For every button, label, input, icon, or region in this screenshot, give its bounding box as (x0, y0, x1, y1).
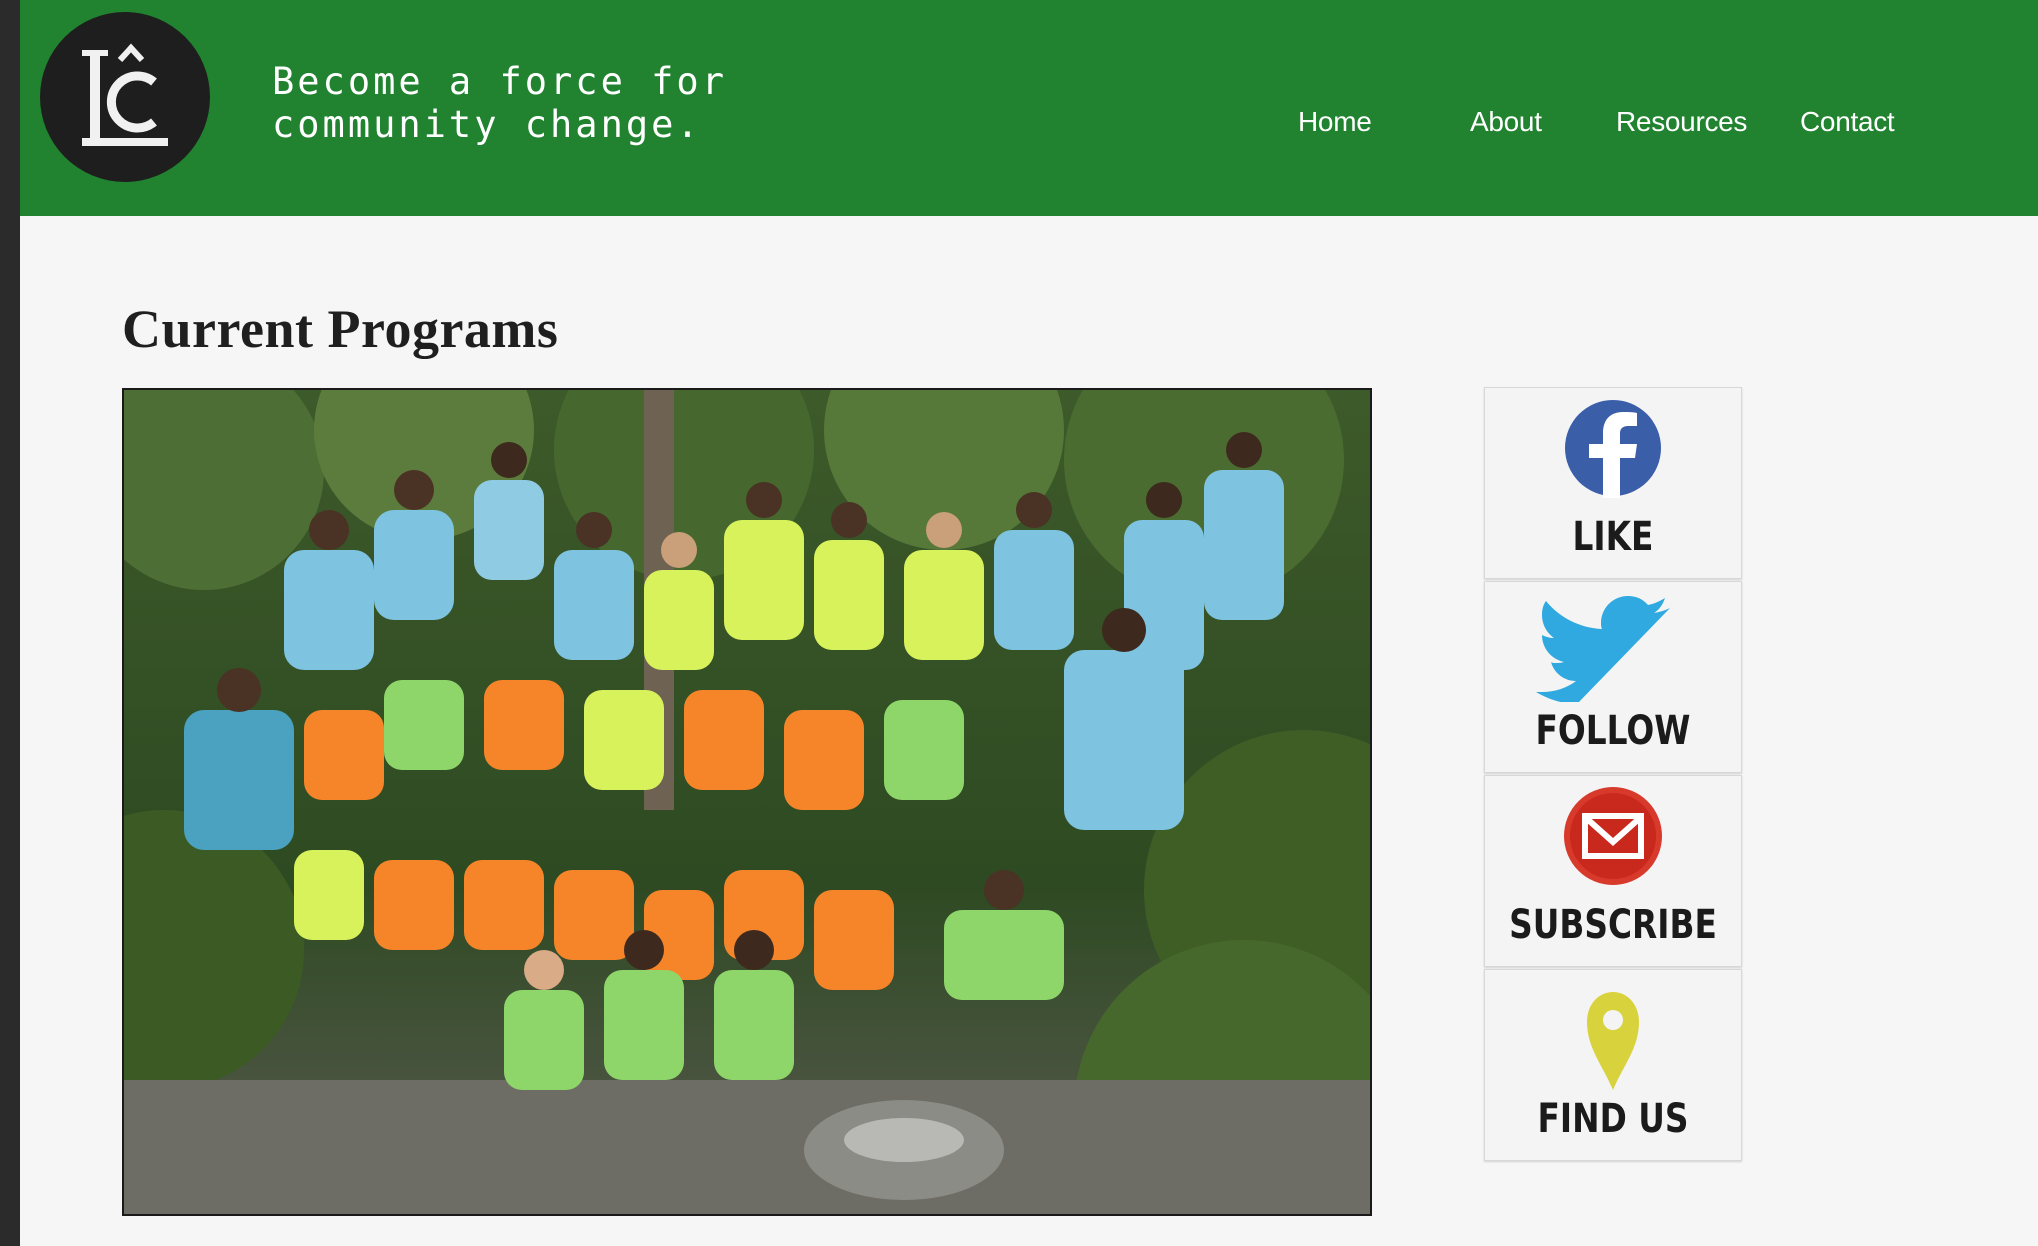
facebook-like-tile[interactable]: LIKE (1484, 387, 1742, 579)
map-pin-icon (1587, 992, 1639, 1090)
site-logo[interactable] (40, 12, 210, 182)
facebook-icon (1565, 400, 1661, 498)
lc-monogram-icon (82, 43, 168, 146)
nav-home[interactable]: Home (1298, 106, 1372, 138)
tagline-line-2: community change. (272, 103, 702, 146)
find-us-tile[interactable]: FIND US (1484, 969, 1742, 1161)
tagline-line-1: Become a force for (272, 60, 727, 103)
email-subscribe-tile[interactable]: SUBSCRIBE (1484, 775, 1742, 967)
social-links: LIKE FOLLOW SUBSCRIBE FIND US (1484, 387, 1742, 1163)
nav-resources[interactable]: Resources (1616, 106, 1747, 138)
programs-photo (122, 388, 1372, 1216)
nav-about[interactable]: About (1470, 106, 1542, 138)
like-label: LIKE (1572, 514, 1654, 560)
subscribe-label: SUBSCRIBE (1509, 902, 1717, 948)
nav-contact[interactable]: Contact (1800, 106, 1895, 138)
find-us-label: FIND US (1537, 1096, 1689, 1142)
twitter-follow-tile[interactable]: FOLLOW (1484, 581, 1742, 773)
email-icon (1564, 787, 1662, 885)
twitter-icon (1536, 596, 1670, 702)
site-tagline: Become a force for community change. (272, 60, 727, 146)
page: Become a force for community change. Hom… (20, 0, 2038, 1246)
follow-label: FOLLOW (1535, 708, 1691, 754)
page-title: Current Programs (122, 299, 559, 359)
site-header: Become a force for community change. Hom… (20, 0, 2038, 216)
